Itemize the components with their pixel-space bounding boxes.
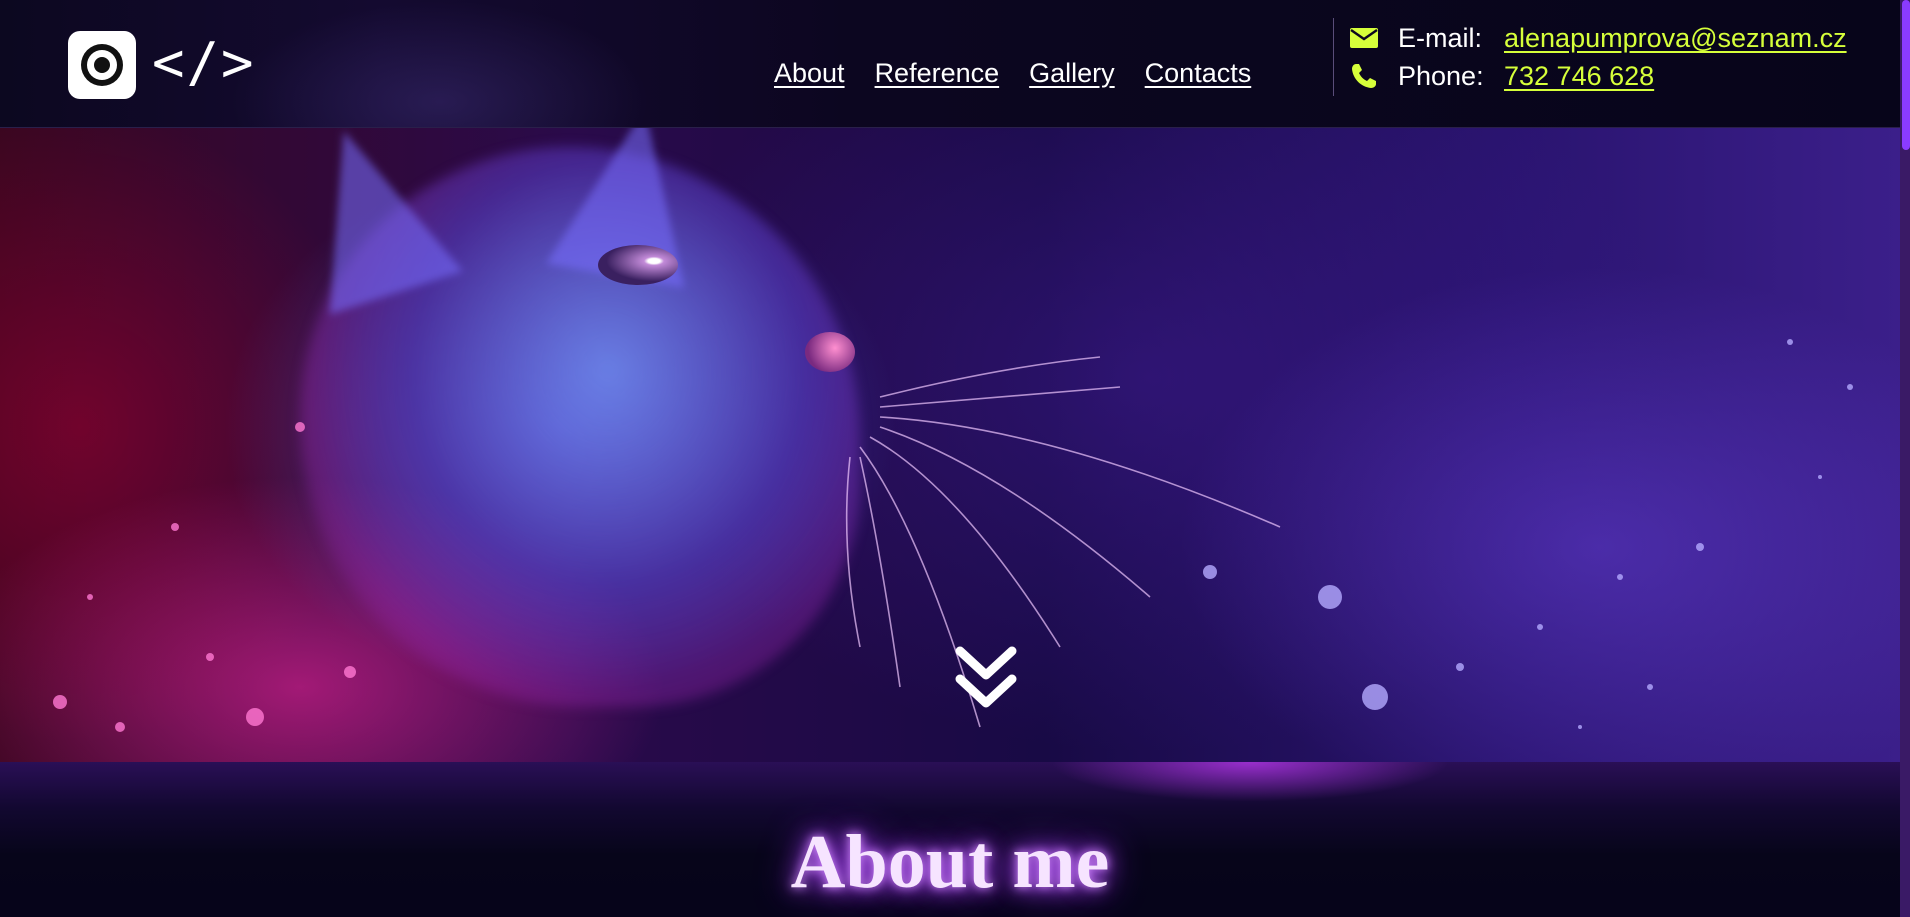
logo-code-text[interactable]: </> xyxy=(152,32,256,94)
phone-label: Phone: xyxy=(1398,60,1484,91)
double-chevron-down-icon[interactable] xyxy=(954,645,1018,715)
nav-link-about[interactable]: About xyxy=(774,54,845,92)
about-title: About me xyxy=(790,820,1110,904)
logo-ring-inner xyxy=(94,57,110,73)
email-link[interactable]: alenapumprova@seznam.cz xyxy=(1504,23,1847,54)
cat-whiskers xyxy=(53,339,1853,732)
about-glow xyxy=(1050,762,1450,802)
about-section: About me xyxy=(0,762,1900,917)
header-divider xyxy=(1333,18,1334,96)
nav-link-gallery[interactable]: Gallery xyxy=(1029,54,1115,92)
page-scrollbar[interactable] xyxy=(1900,0,1910,917)
email-label: E-mail: xyxy=(1398,22,1483,53)
page: </> About Reference Gallery Contacts E-m… xyxy=(0,0,1910,917)
header-glow xyxy=(230,0,650,127)
logo-icon[interactable] xyxy=(68,31,136,99)
hero-banner xyxy=(0,127,1900,762)
nav-link-contacts[interactable]: Contacts xyxy=(1145,54,1252,92)
nav-link-reference[interactable]: Reference xyxy=(875,54,1000,92)
envelope-icon xyxy=(1348,22,1380,54)
site-header: </> About Reference Gallery Contacts E-m… xyxy=(0,0,1900,128)
phone-icon xyxy=(1348,60,1380,92)
scrollbar-thumb[interactable] xyxy=(1902,0,1910,150)
main-nav: About Reference Gallery Contacts xyxy=(774,54,1251,92)
contact-email-row: E-mail: alenapumprova@seznam.cz xyxy=(1348,19,1847,57)
contact-phone-row: Phone: 732 746 628 xyxy=(1348,57,1654,95)
phone-link[interactable]: 732 746 628 xyxy=(1504,61,1654,92)
logo-ring-mid xyxy=(87,50,117,80)
logo-ring xyxy=(81,44,123,86)
